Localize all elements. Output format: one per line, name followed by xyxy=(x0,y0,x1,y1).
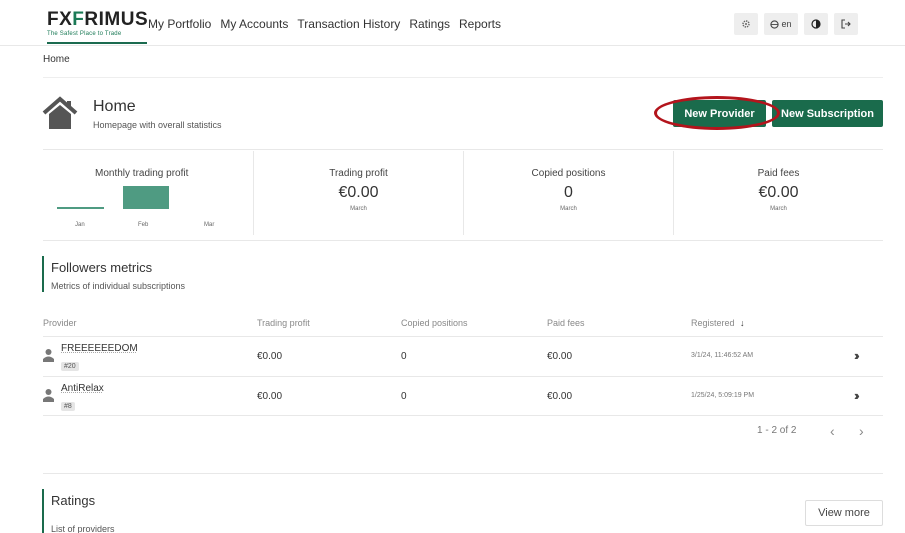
top-navbar: FXFRIMUS The Safest Place to Trade My Po… xyxy=(0,0,905,46)
theme-toggle[interactable] xyxy=(804,13,828,35)
sort-desc-icon: ↓ xyxy=(740,318,745,328)
section-accent-bar xyxy=(42,489,44,533)
chart-bar-jan[interactable] xyxy=(57,207,104,209)
column-header-paid-fees[interactable]: Paid fees xyxy=(547,318,585,328)
prev-page-icon[interactable]: ‹ xyxy=(830,423,835,439)
logout-button[interactable] xyxy=(834,13,858,35)
stat-period: March xyxy=(350,206,367,212)
breadcrumb[interactable]: Home xyxy=(43,54,70,65)
logout-icon xyxy=(841,19,851,29)
provider-badge: #20 xyxy=(61,362,79,371)
user-icon xyxy=(43,349,54,362)
stat-card-trading-profit: Trading profit €0.00 March xyxy=(253,151,463,235)
row-detail-chevron-icon[interactable]: ›› xyxy=(854,348,859,363)
stat-card-paid-fees: Paid fees €0.00 March xyxy=(673,151,883,235)
month-label: Jan xyxy=(75,222,85,228)
stat-value: €0.00 xyxy=(758,184,799,201)
column-header-registered[interactable]: Registered ↓ xyxy=(691,318,745,328)
contrast-icon xyxy=(811,19,821,29)
cell-paid-fees: €0.00 xyxy=(547,351,573,362)
pagination-info: 1 - 2 of 2 xyxy=(757,425,797,436)
page-title: Home xyxy=(93,98,136,115)
nav-reports[interactable]: Reports xyxy=(459,17,501,31)
monthly-profit-title: Monthly trading profit xyxy=(95,168,189,179)
stat-period: March xyxy=(560,206,577,212)
globe-icon xyxy=(770,19,780,29)
column-header-provider[interactable]: Provider xyxy=(43,318,77,328)
language-button[interactable]: en xyxy=(764,13,798,35)
ratings-title: Ratings xyxy=(51,493,96,508)
next-page-icon[interactable]: › xyxy=(859,423,864,439)
stat-value: 0 xyxy=(564,184,573,201)
stat-value: €0.00 xyxy=(338,184,379,201)
month-label: Mar xyxy=(204,222,215,228)
new-provider-button[interactable]: New Provider xyxy=(673,100,766,127)
row-detail-chevron-icon[interactable]: ›› xyxy=(854,388,859,403)
provider-name[interactable]: FREEEEEEDOM xyxy=(61,343,138,354)
stat-title: Copied positions xyxy=(531,168,606,179)
page-subtitle: Homepage with overall statistics xyxy=(93,120,222,130)
divider xyxy=(43,77,883,78)
followers-title: Followers metrics xyxy=(51,260,153,275)
cell-copied-positions: 0 xyxy=(401,391,407,402)
monthly-profit-chart: Monthly trading profit Jan Feb Mar xyxy=(43,151,253,235)
table-divider xyxy=(43,376,883,377)
divider xyxy=(43,149,883,150)
user-icon xyxy=(43,389,54,402)
ratings-subtitle: List of providers xyxy=(51,524,115,533)
chart-bar-feb[interactable] xyxy=(123,186,169,209)
month-label: Feb xyxy=(138,222,149,228)
nav-ratings[interactable]: Ratings xyxy=(409,17,450,31)
nav-my-portfolio[interactable]: My Portfolio xyxy=(148,17,211,31)
brand-logo[interactable]: FXFRIMUS The Safest Place to Trade xyxy=(47,10,148,44)
table-divider xyxy=(43,336,883,337)
stat-card-copied-positions: Copied positions 0 March xyxy=(463,151,673,235)
stat-title: Paid fees xyxy=(757,168,800,179)
cell-trading-profit: €0.00 xyxy=(257,351,283,362)
language-label: en xyxy=(781,19,792,29)
new-subscription-button[interactable]: New Subscription xyxy=(772,100,883,127)
main-menu: My Portfolio My Accounts Transaction His… xyxy=(148,17,501,31)
column-header-copied-positions[interactable]: Copied positions xyxy=(401,318,468,328)
provider-name[interactable]: AntiRelax xyxy=(61,383,104,394)
cell-paid-fees: €0.00 xyxy=(547,391,573,402)
divider xyxy=(43,473,883,474)
section-accent-bar xyxy=(42,256,44,292)
nav-my-accounts[interactable]: My Accounts xyxy=(220,17,288,31)
home-icon xyxy=(42,96,78,129)
settings-button[interactable] xyxy=(734,13,758,35)
column-header-registered-label: Registered xyxy=(691,318,735,328)
followers-subtitle: Metrics of individual subscriptions xyxy=(51,281,186,291)
table-divider xyxy=(43,415,883,416)
nav-transaction-history[interactable]: Transaction History xyxy=(297,17,400,31)
stat-period: March xyxy=(770,206,787,212)
divider xyxy=(43,240,883,241)
gear-icon xyxy=(742,20,750,28)
stat-title: Trading profit xyxy=(329,168,388,179)
view-more-button[interactable]: View more xyxy=(805,500,883,526)
cell-copied-positions: 0 xyxy=(401,351,407,362)
cell-registered: 3/1/24, 11:46:52 AM xyxy=(691,352,754,359)
column-header-trading-profit[interactable]: Trading profit xyxy=(257,318,310,328)
toolbar: en xyxy=(734,13,858,35)
provider-badge: #8 xyxy=(61,402,75,411)
cell-trading-profit: €0.00 xyxy=(257,391,283,402)
cell-registered: 1/25/24, 5:09:19 PM xyxy=(691,392,755,399)
